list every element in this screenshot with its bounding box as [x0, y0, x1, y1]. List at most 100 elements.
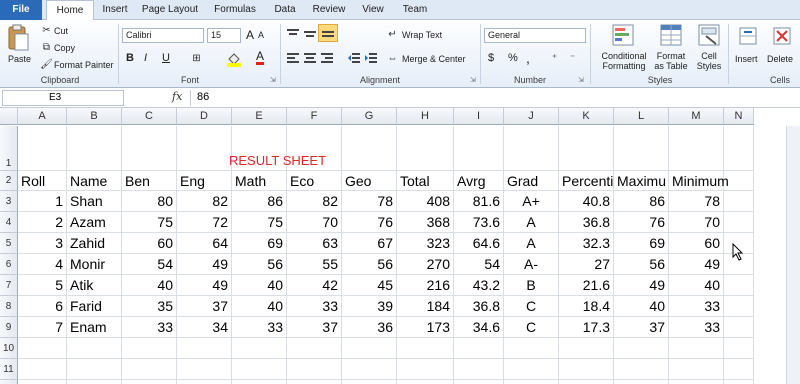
- grid-cell[interactable]: [724, 338, 754, 359]
- data-cell[interactable]: Farid: [67, 296, 122, 317]
- data-cell[interactable]: 78: [342, 191, 397, 212]
- data-cell[interactable]: A-: [504, 254, 559, 275]
- grid-cell[interactable]: [504, 359, 559, 380]
- grid-cell[interactable]: [122, 359, 177, 380]
- tab-formulas[interactable]: Formulas: [210, 0, 260, 20]
- grid-cell[interactable]: [18, 126, 67, 171]
- row-header-9[interactable]: 9: [0, 317, 18, 338]
- grid-cell[interactable]: [454, 380, 504, 384]
- column-header-m[interactable]: M: [669, 108, 724, 125]
- header-cell[interactable]: Name: [67, 171, 122, 191]
- grid-cell[interactable]: [614, 126, 669, 171]
- grid-cell[interactable]: [397, 338, 454, 359]
- name-box[interactable]: E3: [2, 90, 124, 106]
- bold-button[interactable]: B: [126, 52, 134, 64]
- grid-cell[interactable]: [669, 380, 724, 384]
- font-name-dropdown[interactable]: Calibri: [122, 28, 204, 43]
- data-cell[interactable]: 1: [18, 191, 67, 212]
- borders-icon[interactable]: ⊞: [190, 52, 203, 65]
- grid-cell[interactable]: [559, 359, 614, 380]
- data-cell[interactable]: C: [504, 317, 559, 338]
- wrap-text-icon[interactable]: ↵: [386, 28, 399, 41]
- data-cell[interactable]: 37: [614, 317, 669, 338]
- grid-cell[interactable]: [559, 126, 614, 171]
- select-all-corner[interactable]: [0, 108, 18, 125]
- data-cell[interactable]: 55: [287, 254, 342, 275]
- data-cell[interactable]: 70: [669, 212, 724, 233]
- grid-cell[interactable]: [67, 359, 122, 380]
- font-dialog-launcher-icon[interactable]: ⇲: [270, 76, 276, 84]
- delete-button[interactable]: Delete: [767, 54, 793, 64]
- grid-cell[interactable]: [177, 126, 232, 171]
- column-header-k[interactable]: K: [559, 108, 614, 125]
- conditional-formatting-icon[interactable]: [612, 24, 634, 48]
- increase-decimal-icon[interactable]: ⁺: [548, 52, 561, 65]
- data-cell[interactable]: 40: [232, 275, 287, 296]
- formula-input[interactable]: 86: [190, 90, 796, 106]
- paste-icon[interactable]: [6, 24, 30, 54]
- grid-cell[interactable]: [724, 191, 754, 212]
- data-cell[interactable]: 70: [287, 212, 342, 233]
- tab-team[interactable]: Team: [398, 0, 432, 20]
- data-cell[interactable]: 75: [232, 212, 287, 233]
- row-header-3[interactable]: 3: [0, 191, 18, 212]
- data-cell[interactable]: 35: [122, 296, 177, 317]
- column-header-c[interactable]: C: [122, 108, 177, 125]
- cut-icon[interactable]: ✂: [40, 24, 53, 37]
- grid-cell[interactable]: [177, 380, 232, 384]
- grid-cell[interactable]: [232, 359, 287, 380]
- data-cell[interactable]: 40: [669, 275, 724, 296]
- grid-cell[interactable]: [504, 126, 559, 171]
- grid-cell[interactable]: [342, 359, 397, 380]
- data-cell[interactable]: 72: [177, 212, 232, 233]
- align-left-icon[interactable]: [286, 52, 300, 66]
- data-cell[interactable]: 34: [177, 317, 232, 338]
- header-cell[interactable]: Total: [397, 171, 454, 191]
- grid-cell[interactable]: [669, 126, 724, 171]
- data-cell[interactable]: Enam: [67, 317, 122, 338]
- grid-cell[interactable]: [454, 359, 504, 380]
- data-cell[interactable]: 27: [559, 254, 614, 275]
- data-cell[interactable]: A: [504, 233, 559, 254]
- data-cell[interactable]: 63: [287, 233, 342, 254]
- data-cell[interactable]: 368: [397, 212, 454, 233]
- row-header-4[interactable]: 4: [0, 212, 18, 233]
- tab-data[interactable]: Data: [270, 0, 300, 20]
- grid-cell[interactable]: [342, 380, 397, 384]
- data-cell[interactable]: 17.3: [559, 317, 614, 338]
- font-size-dropdown[interactable]: 15: [207, 28, 241, 43]
- row-header-12[interactable]: 12: [0, 380, 18, 384]
- data-cell[interactable]: 37: [177, 296, 232, 317]
- data-cell[interactable]: 86: [232, 191, 287, 212]
- format-painter-icon[interactable]: 🖌: [40, 58, 53, 71]
- fill-color-icon[interactable]: [226, 51, 242, 69]
- column-header-i[interactable]: I: [454, 108, 504, 125]
- header-cell[interactable]: Math: [232, 171, 287, 191]
- data-cell[interactable]: 3: [18, 233, 67, 254]
- grid-cell[interactable]: [397, 126, 454, 171]
- data-cell[interactable]: 33: [669, 317, 724, 338]
- data-cell[interactable]: 32.3: [559, 233, 614, 254]
- grow-font-button[interactable]: A: [246, 28, 254, 42]
- align-bottom-icon[interactable]: [318, 24, 338, 42]
- data-cell[interactable]: 408: [397, 191, 454, 212]
- data-cell[interactable]: 49: [177, 254, 232, 275]
- data-cell[interactable]: 75: [122, 212, 177, 233]
- data-cell[interactable]: 64.6: [454, 233, 504, 254]
- data-cell[interactable]: 60: [122, 233, 177, 254]
- font-color-button[interactable]: A: [256, 50, 265, 65]
- data-cell[interactable]: 173: [397, 317, 454, 338]
- data-cell[interactable]: 40.8: [559, 191, 614, 212]
- data-cell[interactable]: 270: [397, 254, 454, 275]
- grid-cell[interactable]: [504, 338, 559, 359]
- grid-cell[interactable]: [287, 359, 342, 380]
- row-header-6[interactable]: 6: [0, 254, 18, 275]
- data-cell[interactable]: 21.6: [559, 275, 614, 296]
- header-cell[interactable]: Roll: [18, 171, 67, 191]
- grid-cell[interactable]: [614, 359, 669, 380]
- data-cell[interactable]: 33: [232, 317, 287, 338]
- insert-function-button[interactable]: fx: [172, 90, 182, 103]
- shrink-font-button[interactable]: A: [258, 30, 264, 40]
- column-header-f[interactable]: F: [287, 108, 342, 125]
- data-cell[interactable]: Atik: [67, 275, 122, 296]
